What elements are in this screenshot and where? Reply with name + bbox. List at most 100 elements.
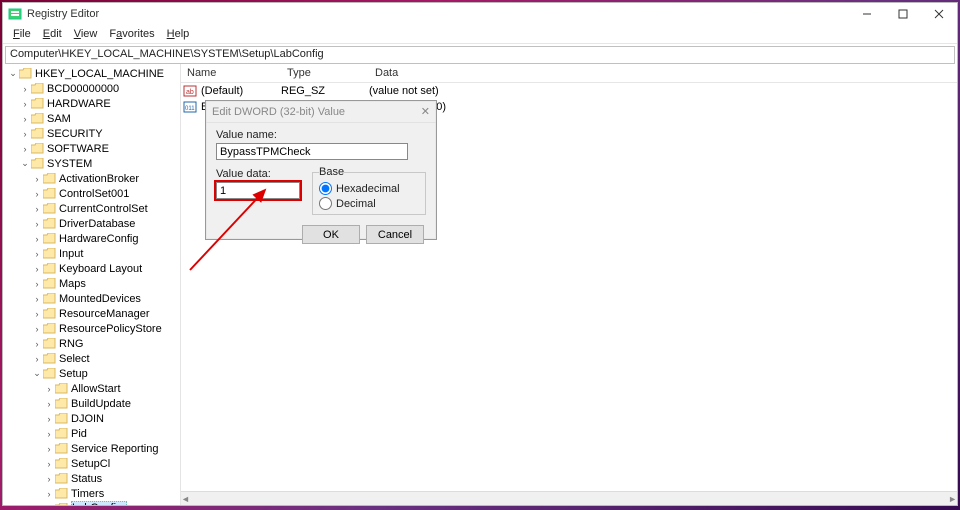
ok-button[interactable]: OK — [302, 225, 360, 244]
expand-toggle-icon[interactable]: › — [31, 294, 43, 304]
expand-toggle-icon[interactable]: › — [31, 279, 43, 289]
expand-toggle-icon[interactable]: › — [19, 129, 31, 139]
tree-item[interactable]: › Select — [3, 351, 180, 366]
expand-toggle-icon[interactable]: ⌄ — [7, 68, 19, 79]
tree-item[interactable]: › SECURITY — [3, 126, 180, 141]
tree-item-label: SECURITY — [47, 128, 107, 140]
menubar: File Edit View Favorites Help — [3, 25, 957, 44]
tree-item-label: SOFTWARE — [47, 143, 113, 155]
registry-tree[interactable]: ⌄HKEY_LOCAL_MACHINE›BCD00000000›HARDWARE… — [3, 64, 181, 505]
expand-toggle-icon[interactable]: › — [19, 99, 31, 109]
tree-item[interactable]: ›RNG — [3, 336, 180, 351]
address-bar[interactable]: Computer\HKEY_LOCAL_MACHINE\SYSTEM\Setup… — [5, 46, 955, 64]
tree-item[interactable]: ⌄SYSTEM — [3, 156, 180, 171]
col-type[interactable]: Type — [281, 67, 369, 79]
tree-item[interactable]: ›HARDWARE — [3, 96, 180, 111]
tree-item[interactable]: › Service Reporting — [3, 441, 180, 456]
tree-item[interactable]: ›Pid — [3, 426, 180, 441]
menu-view[interactable]: View — [68, 28, 104, 40]
expand-toggle-icon[interactable]: › — [31, 174, 43, 184]
tree-item[interactable]: › ActivationBroker — [3, 171, 180, 186]
tree-item[interactable]: ›DJOIN — [3, 411, 180, 426]
expand-toggle-icon[interactable]: › — [31, 354, 43, 364]
expand-toggle-icon[interactable]: › — [31, 249, 43, 259]
tree-item-label: ActivationBroker — [59, 173, 143, 185]
maximize-button[interactable] — [885, 3, 921, 25]
expand-toggle-icon[interactable]: › — [31, 309, 43, 319]
expand-toggle-icon[interactable]: › — [31, 204, 43, 214]
tree-item[interactable]: ⌄HKEY_LOCAL_MACHINE — [3, 66, 180, 81]
dword-value-icon: 011 — [183, 100, 197, 114]
tree-item[interactable]: ›Input — [3, 246, 180, 261]
tree-item[interactable]: ›Timers — [3, 486, 180, 501]
tree-item[interactable]: ›CurrentControlSet — [3, 201, 180, 216]
tree-item-label: Select — [59, 353, 94, 365]
col-name[interactable]: Name — [181, 67, 281, 79]
tree-item-label: MountedDevices — [59, 293, 145, 305]
tree-item[interactable]: ›BuildUpdate — [3, 396, 180, 411]
tree-item-label: Service Reporting — [71, 443, 162, 455]
tree-item-label: ResourcePolicyStore — [59, 323, 166, 335]
radio-decimal[interactable]: Decimal — [319, 197, 419, 210]
expand-toggle-icon[interactable]: › — [43, 414, 55, 424]
expand-toggle-icon[interactable]: › — [43, 489, 55, 499]
close-button[interactable] — [921, 3, 957, 25]
expand-toggle-icon[interactable]: › — [31, 234, 43, 244]
expand-toggle-icon[interactable]: › — [31, 264, 43, 274]
expand-toggle-icon[interactable]: › — [43, 429, 55, 439]
expand-toggle-icon[interactable]: › — [43, 399, 55, 409]
expand-toggle-icon[interactable]: › — [19, 84, 31, 94]
expand-toggle-icon[interactable]: › — [19, 114, 31, 124]
tree-item[interactable]: ›Keyboard Layout — [3, 261, 180, 276]
tree-item[interactable]: ⌄Setup — [3, 366, 180, 381]
tree-item[interactable]: ›HardwareConfig — [3, 231, 180, 246]
tree-item[interactable]: ›ResourceManager — [3, 306, 180, 321]
value-name-field[interactable] — [216, 143, 408, 160]
tree-item-label: AllowStart — [71, 383, 125, 395]
menu-favorites[interactable]: Favorites — [103, 28, 160, 40]
expand-toggle-icon[interactable]: › — [31, 189, 43, 199]
tree-item[interactable]: › MountedDevices — [3, 291, 180, 306]
value-data-field[interactable] — [216, 182, 300, 199]
expand-toggle-icon[interactable]: › — [43, 474, 55, 484]
minimize-button[interactable] — [849, 3, 885, 25]
svg-text:ab: ab — [186, 89, 194, 96]
dialog-close-icon[interactable]: ✕ — [421, 105, 430, 118]
col-data[interactable]: Data — [369, 67, 957, 79]
cancel-button[interactable]: Cancel — [366, 225, 424, 244]
horizontal-scrollbar[interactable]: ◄► — [181, 491, 957, 505]
menu-file[interactable]: File — [7, 28, 37, 40]
tree-item[interactable]: › AllowStart — [3, 381, 180, 396]
list-header[interactable]: Name Type Data — [181, 64, 957, 83]
expand-toggle-icon[interactable]: › — [31, 219, 43, 229]
expand-toggle-icon[interactable]: ⌄ — [31, 368, 43, 379]
expand-toggle-icon[interactable]: › — [43, 459, 55, 469]
expand-toggle-icon[interactable]: › — [19, 144, 31, 154]
expand-toggle-icon[interactable]: › — [31, 339, 43, 349]
tree-item[interactable]: LabConfig — [3, 501, 180, 505]
tree-item[interactable]: › SOFTWARE — [3, 141, 180, 156]
menu-help[interactable]: Help — [161, 28, 196, 40]
tree-item[interactable]: ›Status — [3, 471, 180, 486]
expand-toggle-icon[interactable]: › — [43, 384, 55, 394]
expand-toggle-icon[interactable]: › — [31, 324, 43, 334]
tree-item[interactable]: ›ControlSet001 — [3, 186, 180, 201]
radio-hexadecimal[interactable]: Hexadecimal — [319, 182, 419, 195]
value-data: 0x00000000 (0) — [369, 101, 957, 113]
tree-item-label: SetupCl — [71, 458, 114, 470]
expand-toggle-icon[interactable]: › — [43, 444, 55, 454]
titlebar[interactable]: Registry Editor — [3, 3, 957, 25]
list-row[interactable]: ab(Default)REG_SZ(value not set) — [181, 83, 957, 99]
tree-item-label: Maps — [59, 278, 90, 290]
tree-item-label: LabConfig — [71, 501, 127, 505]
registry-editor-window: Registry Editor File Edit View Favorites… — [2, 2, 958, 506]
base-group-label: Base — [319, 166, 344, 178]
expand-toggle-icon[interactable]: ⌄ — [19, 158, 31, 169]
tree-item[interactable]: › ResourcePolicyStore — [3, 321, 180, 336]
tree-item[interactable]: › Maps — [3, 276, 180, 291]
menu-edit[interactable]: Edit — [37, 28, 68, 40]
tree-item[interactable]: ›BCD00000000 — [3, 81, 180, 96]
tree-item[interactable]: › SetupCl — [3, 456, 180, 471]
tree-item[interactable]: ›DriverDatabase — [3, 216, 180, 231]
tree-item[interactable]: ›SAM — [3, 111, 180, 126]
